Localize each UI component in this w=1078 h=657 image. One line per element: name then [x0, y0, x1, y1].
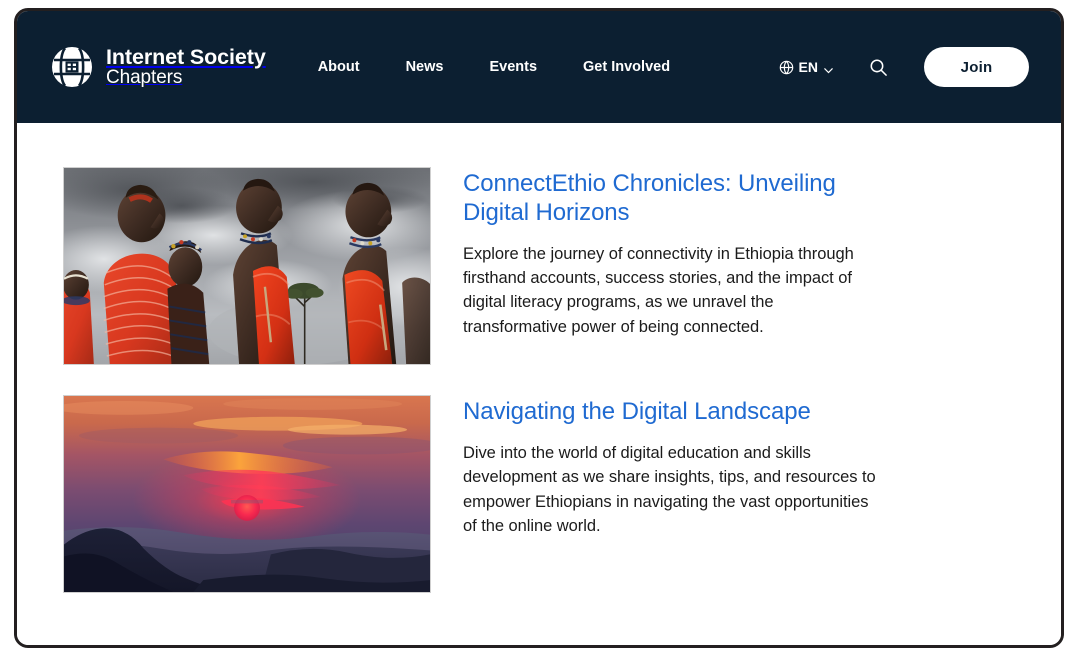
article-excerpt: Dive into the world of digital education…	[463, 443, 876, 536]
article-title-link[interactable]: Navigating the Digital Landscape	[463, 398, 877, 427]
browser-frame: Internet Society Chapters About News Eve…	[14, 8, 1064, 648]
article-list: ConnectEthio Chronicles: Unveiling Digit…	[17, 123, 1061, 645]
globe-icon	[779, 60, 794, 75]
nav-item-get-involved[interactable]: Get Involved	[583, 51, 670, 83]
article-item: Navigating the Digital Landscape Dive in…	[17, 395, 1061, 593]
language-code: EN	[798, 59, 818, 75]
brand-name: Internet Society	[106, 44, 266, 69]
nav-item-events[interactable]: Events	[489, 51, 537, 83]
search-icon[interactable]	[864, 53, 892, 81]
article-title-link[interactable]: ConnectEthio Chronicles: Unveiling Digit…	[463, 170, 877, 228]
chevron-down-icon	[823, 63, 834, 74]
main-nav: About News Events Get Involved	[318, 51, 670, 83]
header-actions: EN Join	[779, 47, 1029, 87]
globe-logo-icon	[51, 46, 93, 88]
article-thumbnail-sunset-mountains[interactable]	[63, 395, 431, 593]
article-thumbnail-maasai-warriors[interactable]	[63, 167, 431, 365]
article-item: ConnectEthio Chronicles: Unveiling Digit…	[17, 167, 1061, 365]
nav-item-news[interactable]: News	[406, 51, 444, 83]
brand-subname: Chapters	[106, 67, 183, 89]
join-button[interactable]: Join	[924, 47, 1029, 87]
site-header: Internet Society Chapters About News Eve…	[17, 11, 1061, 123]
nav-item-about[interactable]: About	[318, 51, 360, 83]
language-switcher[interactable]: EN	[779, 59, 834, 75]
article-excerpt: Explore the journey of connectivity in E…	[463, 244, 854, 336]
brand-logo-link[interactable]: Internet Society Chapters	[51, 46, 266, 88]
